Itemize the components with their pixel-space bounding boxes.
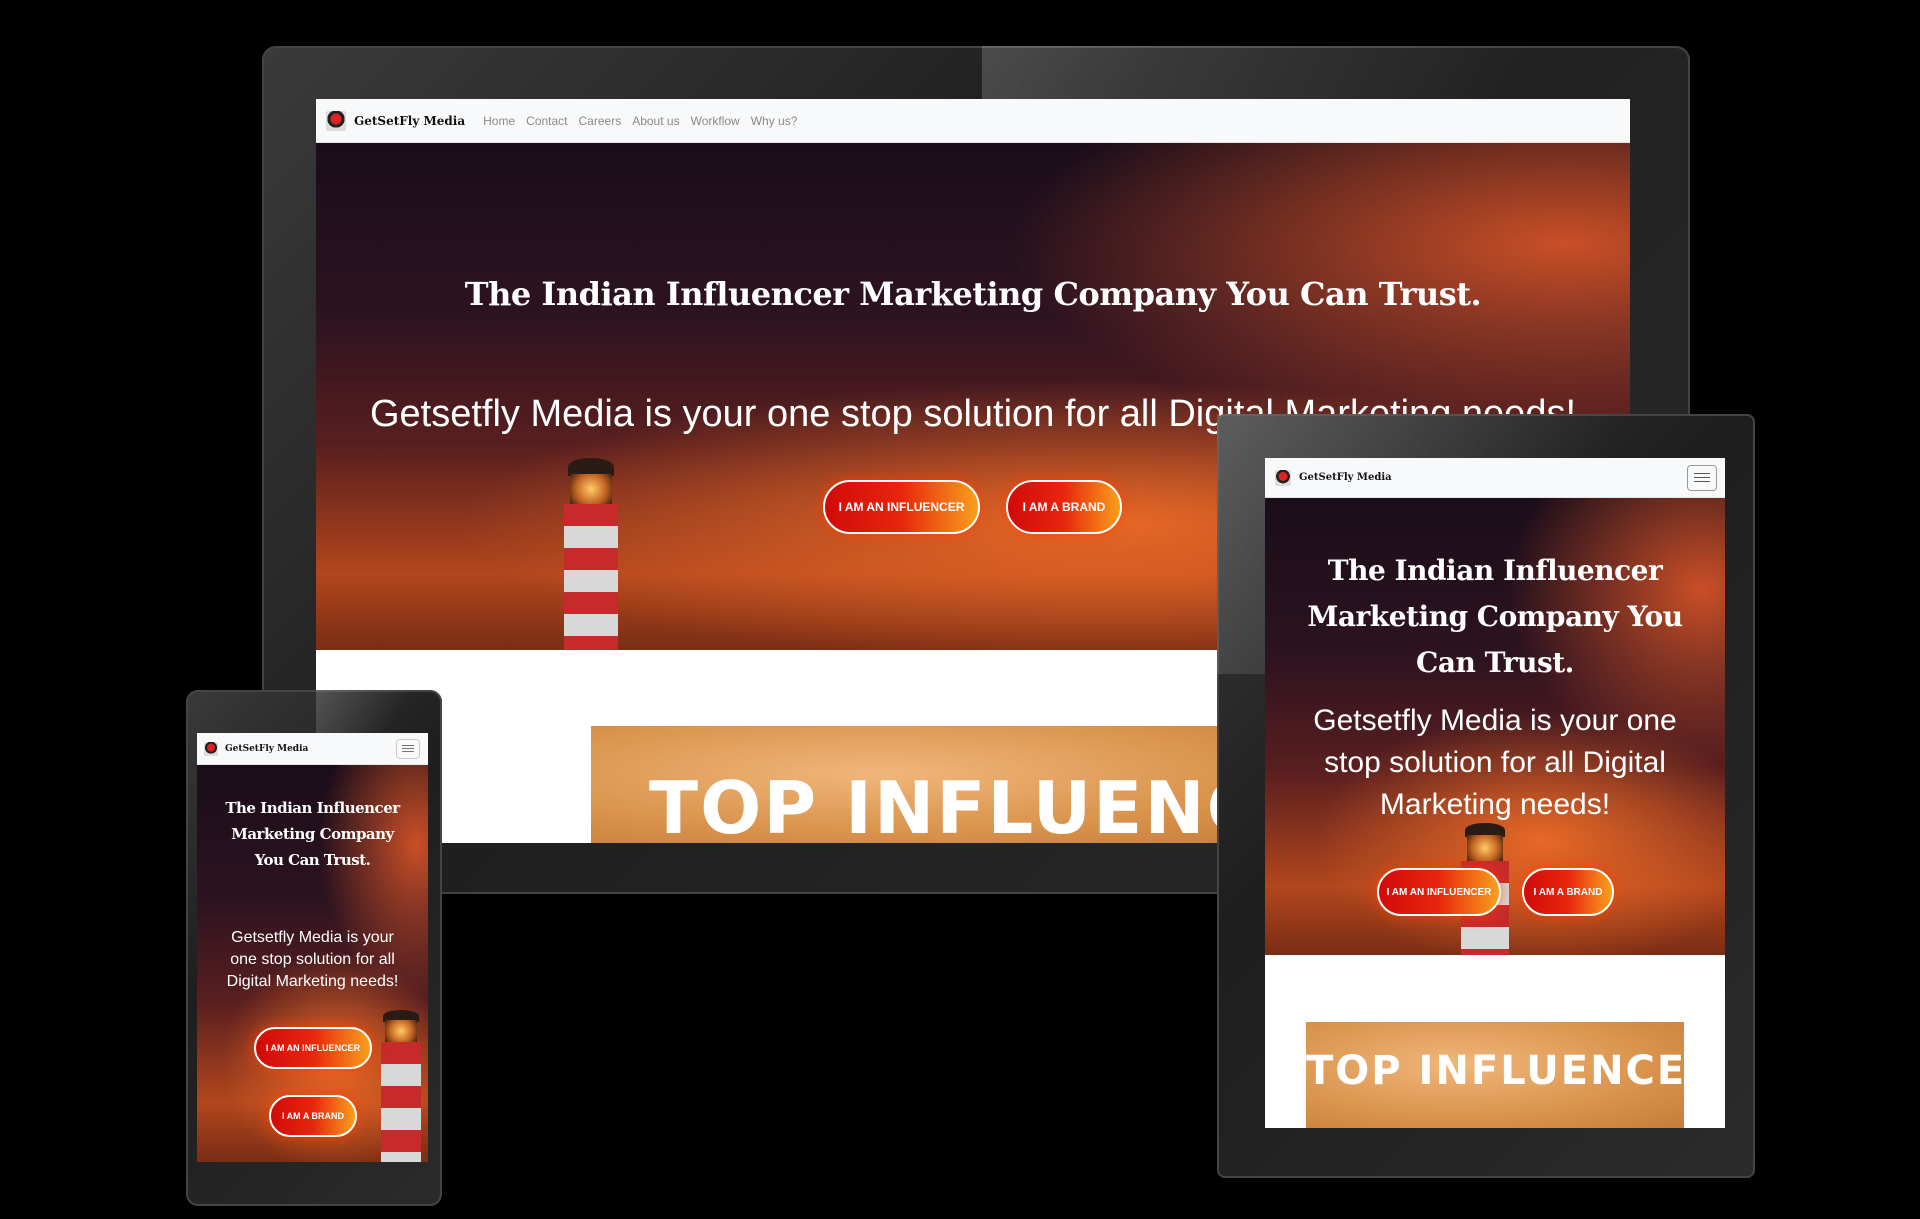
- lighthouse-image: [556, 458, 626, 650]
- hero-title: The Indian Influencer Marketing Company …: [1307, 554, 1683, 679]
- banner-title: TOP INFLUENCERS: [649, 766, 1311, 843]
- influencer-button[interactable]: I AM AN INFLUENCER: [1377, 868, 1501, 916]
- brand-button[interactable]: I AM A BRAND: [269, 1095, 357, 1137]
- top-influencers-banner: TOP INFLUENCERS: [1306, 1022, 1684, 1128]
- brand-logo-icon[interactable]: [1275, 469, 1291, 486]
- phone-screen: GetSetFly Media The Indian Influencer Ma…: [197, 733, 428, 1162]
- desktop-navbar: GetSetFly Media Home Contact Careers Abo…: [316, 99, 1630, 143]
- brand-name[interactable]: GetSetFly Media: [354, 114, 465, 128]
- brand-name[interactable]: GetSetFly Media: [1299, 472, 1392, 483]
- brand-logo-icon[interactable]: [204, 741, 218, 756]
- hero-subtitle: Getsetfly Media is your one stop solutio…: [226, 929, 399, 990]
- brand-name[interactable]: GetSetFly Media: [225, 744, 308, 754]
- hamburger-menu-icon[interactable]: [1687, 464, 1717, 491]
- tablet-screen: GetSetFly Media The Indian Influencer Ma…: [1265, 458, 1725, 1128]
- nav-link-careers[interactable]: Careers: [579, 114, 622, 128]
- hero-title: The Indian Influencer Marketing Company …: [225, 799, 400, 869]
- influencer-button[interactable]: I AM AN INFLUENCER: [254, 1027, 372, 1069]
- hero-title: The Indian Influencer Marketing Company …: [464, 275, 1482, 313]
- banner-title: TOP INFLUENCERS: [1306, 1048, 1684, 1094]
- phone-hero: The Indian Influencer Marketing Company …: [197, 765, 428, 1162]
- tablet-hero: The Indian Influencer Marketing Company …: [1265, 498, 1725, 955]
- influencer-button[interactable]: I AM AN INFLUENCER: [823, 480, 980, 534]
- hamburger-menu-icon[interactable]: [396, 738, 420, 759]
- tablet-navbar: GetSetFly Media: [1265, 458, 1725, 498]
- lighthouse-image: [375, 1010, 427, 1162]
- top-influencers-banner: TOP INFLUENCERS: [591, 726, 1311, 843]
- brand-button[interactable]: I AM A BRAND: [1006, 480, 1122, 534]
- hero-subtitle: Getsetfly Media is your one stop solutio…: [1313, 704, 1677, 821]
- nav-link-why-us[interactable]: Why us?: [751, 114, 798, 128]
- brand-button[interactable]: I AM A BRAND: [1522, 868, 1614, 916]
- nav-link-workflow[interactable]: Workflow: [691, 114, 740, 128]
- nav-link-about[interactable]: About us: [632, 114, 679, 128]
- nav-link-contact[interactable]: Contact: [526, 114, 567, 128]
- phone-navbar: GetSetFly Media: [197, 733, 428, 765]
- nav-link-home[interactable]: Home: [483, 114, 515, 128]
- brand-logo-icon[interactable]: [326, 110, 346, 131]
